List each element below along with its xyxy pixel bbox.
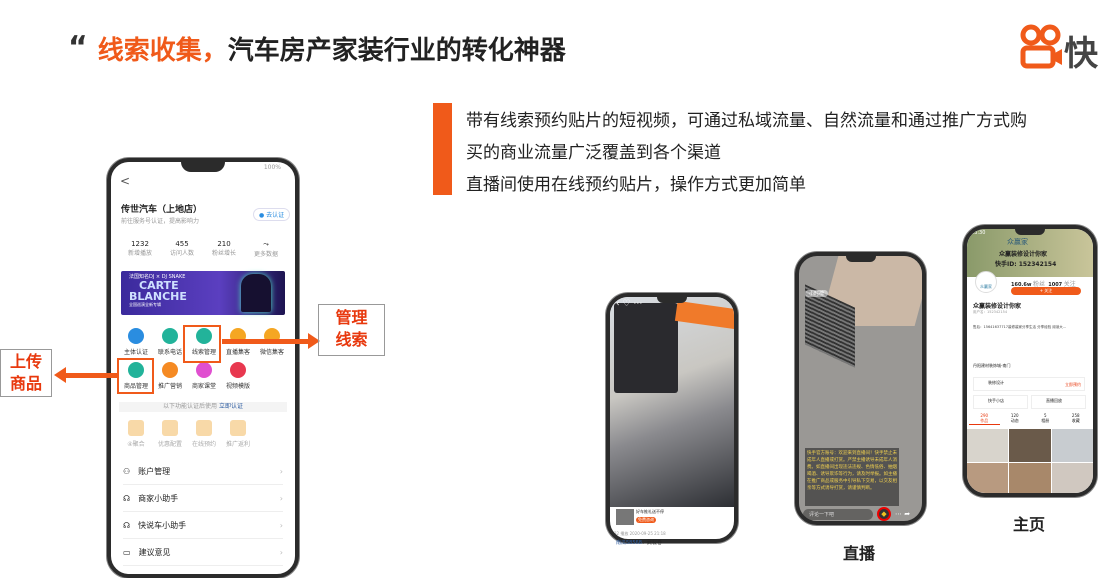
user-icon: ⚇ <box>123 466 131 476</box>
video-thumb[interactable] <box>1051 462 1093 493</box>
tool-item[interactable]: 推广营销 <box>153 362 187 390</box>
kuaishou-logo: 快 <box>1020 22 1100 74</box>
verify-button[interactable]: ● 去认证 <box>253 208 291 221</box>
tool-icon <box>162 420 178 436</box>
video-frame <box>610 297 734 507</box>
video-thumb[interactable] <box>967 429 1009 462</box>
cover-image: 23:30 众赢家 众赢装修设计你家 快手ID: 152342154 <box>967 229 1093 277</box>
hour-rank-chip[interactable]: 小时榜 <box>805 290 829 297</box>
chevron-right-icon: › <box>279 466 283 476</box>
home-phone: 23:30 众赢家 众赢装修设计你家 快手ID: 152342154 众赢家 1… <box>963 225 1097 497</box>
chevron-right-icon: › <box>279 520 283 530</box>
system-notice: 快手官方账号：欢迎来到直播间！快手禁止未成年人直播或打赏。严禁主播诱导未成年人消… <box>805 448 899 506</box>
tool-icon <box>162 362 178 378</box>
home-label: 主页 <box>1013 515 1046 534</box>
stat-item[interactable]: 455 访问人数 <box>161 240 203 258</box>
description-line: 买的商业流量广泛覆盖到各个渠道 <box>466 143 721 163</box>
check-icon: ● <box>259 212 265 219</box>
replay-entry[interactable]: 直播回放 <box>1031 395 1086 409</box>
headset-icon: ☊ <box>123 520 131 530</box>
tab-moments[interactable]: 120 动态 <box>1000 413 1031 425</box>
menu-item[interactable]: ☊ 商家小助手 › <box>123 485 283 512</box>
booking-sticker-button[interactable]: ◆ <box>877 507 891 521</box>
shop-entry[interactable]: 快手小店 <box>973 395 1028 409</box>
tool-icon <box>162 328 178 344</box>
tool-icon <box>230 420 246 436</box>
live-label: 直播 <box>843 544 876 563</box>
tab-favorites[interactable]: 258 收藏 <box>1061 413 1092 425</box>
follow-button[interactable]: + 关注 <box>1011 287 1081 295</box>
callout-manage-leads: 管理 线索 <box>318 304 385 356</box>
live-phone: 小时榜 快手官方账号：欢迎来到直播间！快手禁止未成年人直播或打赏。严禁主播诱导未… <box>795 252 926 525</box>
more-data-button[interactable]: ⤳ 更多数据 <box>245 240 287 258</box>
tool-item[interactable]: 联系电话 <box>153 328 187 356</box>
shop-name: 传世汽车（上地店） <box>121 205 203 215</box>
tool-item[interactable]: 视频模版 <box>221 362 255 390</box>
video-thumb[interactable] <box>967 462 1009 493</box>
highlight-goods <box>117 358 154 394</box>
tab-works[interactable]: 290 作品 <box>969 413 1000 425</box>
trend-icon: ⤳ <box>263 240 269 248</box>
video-thumb[interactable] <box>1009 462 1051 493</box>
comment-input[interactable]: 评论一下吧 <box>803 509 873 520</box>
back-icon[interactable]: ‹ ♡ ⋯ <box>616 299 642 309</box>
avatar[interactable]: 众赢家 <box>975 271 997 293</box>
locked-notice: 以下功能认证后使用 立即认证 <box>119 402 287 412</box>
chevron-right-icon: › <box>279 547 283 557</box>
profile-tabs: 290 作品 120 动态 5 相册 258 收藏 <box>969 413 1091 425</box>
description-line: 带有线索预约贴片的短视频，可通过私域流量、自然流量和通过推广方式购 <box>466 111 1027 131</box>
tool-icon <box>196 420 212 436</box>
tool-item[interactable]: 主体认证 <box>119 328 153 356</box>
video-thumb[interactable] <box>1051 429 1093 462</box>
tool-item[interactable]: 优惠配置 <box>153 420 187 448</box>
stat-item[interactable]: 210 粉丝增长 <box>203 240 245 258</box>
tool-item[interactable]: ④聚合 <box>119 420 153 448</box>
video-thumb[interactable] <box>1009 429 1051 462</box>
more-icon[interactable]: ⋯ ➦ <box>895 510 910 518</box>
lead-card[interactable]: 好车推礼送不停 免费咨询 <box>614 507 704 529</box>
menu-item[interactable]: ☊ 快说车小助手 › <box>123 512 283 539</box>
tool-item[interactable]: 在线预约 <box>187 420 221 448</box>
tool-icon <box>128 328 144 344</box>
feedback-icon: ▭ <box>123 547 131 557</box>
headset-icon: ☊ <box>123 493 131 503</box>
arrow-right <box>222 339 312 344</box>
stats-row: 1232 新增播放 455 访问人数 210 粉丝增长 ⤳ 更多数据 <box>119 240 287 258</box>
consult-button[interactable]: 免费咨询 <box>636 517 656 523</box>
tool-item[interactable]: 推广返利 <box>221 420 255 448</box>
accent-bar <box>433 103 452 195</box>
menu-item[interactable]: ⚇ 账户管理 › <box>123 458 283 485</box>
tab-album[interactable]: 5 相册 <box>1030 413 1061 425</box>
back-button[interactable]: < <box>120 174 130 188</box>
page-title: “线索收集，汽车房产家装行业的转化神器 <box>68 30 566 66</box>
promo-banner[interactable]: 法国知名DJ × DJ SNAKE CARTE BLANCHE 全国巡演全新专辑 <box>121 271 285 315</box>
booking-row[interactable]: 装修设计 立即预约 <box>973 377 1085 391</box>
tool-icon <box>196 362 212 378</box>
stat-item[interactable]: 1232 新增播放 <box>119 240 161 258</box>
dj-image <box>241 274 271 312</box>
verify-now-link[interactable]: 立即认证 <box>219 403 243 410</box>
tool-icon <box>128 420 144 436</box>
description-line: 直播间使用在线预约贴片，操作方式更加简单 <box>466 175 806 195</box>
menu-item[interactable]: ▭ 建议意见 › <box>123 539 283 566</box>
tool-icon <box>230 362 246 378</box>
arrow-left <box>66 373 118 378</box>
arrowhead-icon <box>54 367 66 383</box>
video-grid <box>967 429 1093 493</box>
chevron-right-icon: › <box>279 493 283 503</box>
callout-upload-goods: 上传 商品 <box>0 349 52 397</box>
tool-item[interactable]: 商家课堂 <box>187 362 221 390</box>
video-caption: 南瓜58568：武裂卷 <box>616 540 662 546</box>
video-phone: ‹ ♡ ⋯ 好车推礼送不停 免费咨询 32 播放 2020-09-25 21:1… <box>606 293 738 543</box>
highlight-leads <box>183 325 221 363</box>
